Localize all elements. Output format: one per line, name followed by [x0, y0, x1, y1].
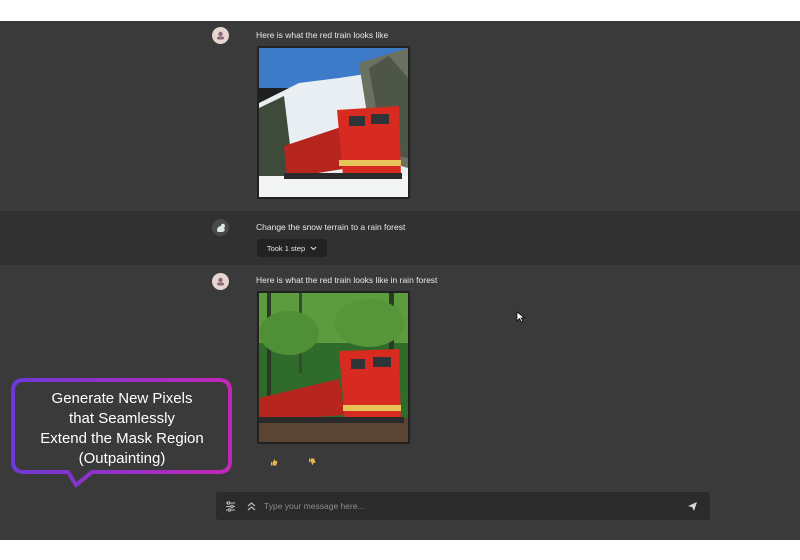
send-button[interactable] [686, 500, 698, 512]
sliders-icon[interactable] [224, 500, 236, 512]
bottom-white-strip [0, 540, 800, 560]
send-icon [687, 501, 697, 511]
thumbs-up-icon [271, 459, 278, 466]
step-toggle-button[interactable]: Took 1 step [257, 239, 327, 257]
bot-message: Here is what the red train looks like [0, 21, 800, 211]
callout-line: (Outpainting) [78, 450, 166, 467]
generated-image-rainforest-train[interactable] [257, 291, 410, 444]
bot-avatar-icon [212, 27, 229, 44]
chevrons-up-icon[interactable] [245, 500, 257, 512]
callout-line: that Seamlessly [69, 410, 175, 427]
message-text: Here is what the red train looks like [256, 30, 389, 40]
thumbs-down-icon [309, 458, 316, 465]
message-input[interactable] [264, 498, 664, 514]
chevron-down-icon [310, 246, 317, 250]
outpainting-callout: Generate New Pixels that Seamlessly Exte… [10, 377, 233, 488]
top-white-strip [0, 0, 800, 21]
callout-text: Generate New Pixels that Seamlessly Exte… [22, 389, 222, 469]
user-avatar-icon [212, 219, 229, 236]
message-text: Here is what the red train looks like in… [256, 275, 438, 285]
generated-image-snow-train[interactable] [257, 46, 410, 199]
thumbs-down-button[interactable] [305, 457, 319, 467]
message-text: Change the snow terrain to a rain forest [256, 222, 406, 232]
mouse-cursor-icon [516, 311, 526, 323]
chat-window: Here is what the red train looks like Ch… [0, 21, 800, 540]
callout-line: Extend the Mask Region [40, 430, 204, 447]
callout-line: Generate New Pixels [51, 390, 193, 407]
thumbs-up-button[interactable] [267, 457, 281, 467]
user-message: Change the snow terrain to a rain forest [0, 211, 800, 265]
bot-avatar-icon [212, 273, 229, 290]
message-composer [216, 492, 710, 520]
step-label: Took 1 step [266, 243, 306, 253]
